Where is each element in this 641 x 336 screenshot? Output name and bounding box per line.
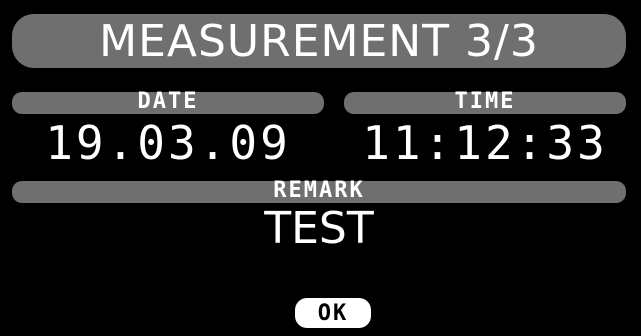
page-title: MEASUREMENT 3/3 bbox=[99, 15, 539, 67]
ok-button[interactable]: OK bbox=[295, 298, 371, 328]
time-value: 11:12:33 bbox=[362, 116, 608, 170]
time-header: TIME bbox=[344, 89, 626, 114]
title-bar: MEASUREMENT 3/3 bbox=[12, 14, 626, 68]
remark-value: TEST bbox=[264, 203, 374, 254]
remark-header: REMARK bbox=[12, 178, 626, 203]
date-header: DATE bbox=[12, 89, 324, 114]
measurement-screen: MEASUREMENT 3/3 DATE TIME 19.03.09 11:12… bbox=[0, 0, 641, 336]
date-label: DATE bbox=[137, 89, 199, 114]
remark-label: REMARK bbox=[273, 178, 365, 203]
time-label: TIME bbox=[454, 89, 516, 114]
date-value: 19.03.09 bbox=[45, 116, 291, 170]
ok-button-label: OK bbox=[317, 300, 349, 326]
